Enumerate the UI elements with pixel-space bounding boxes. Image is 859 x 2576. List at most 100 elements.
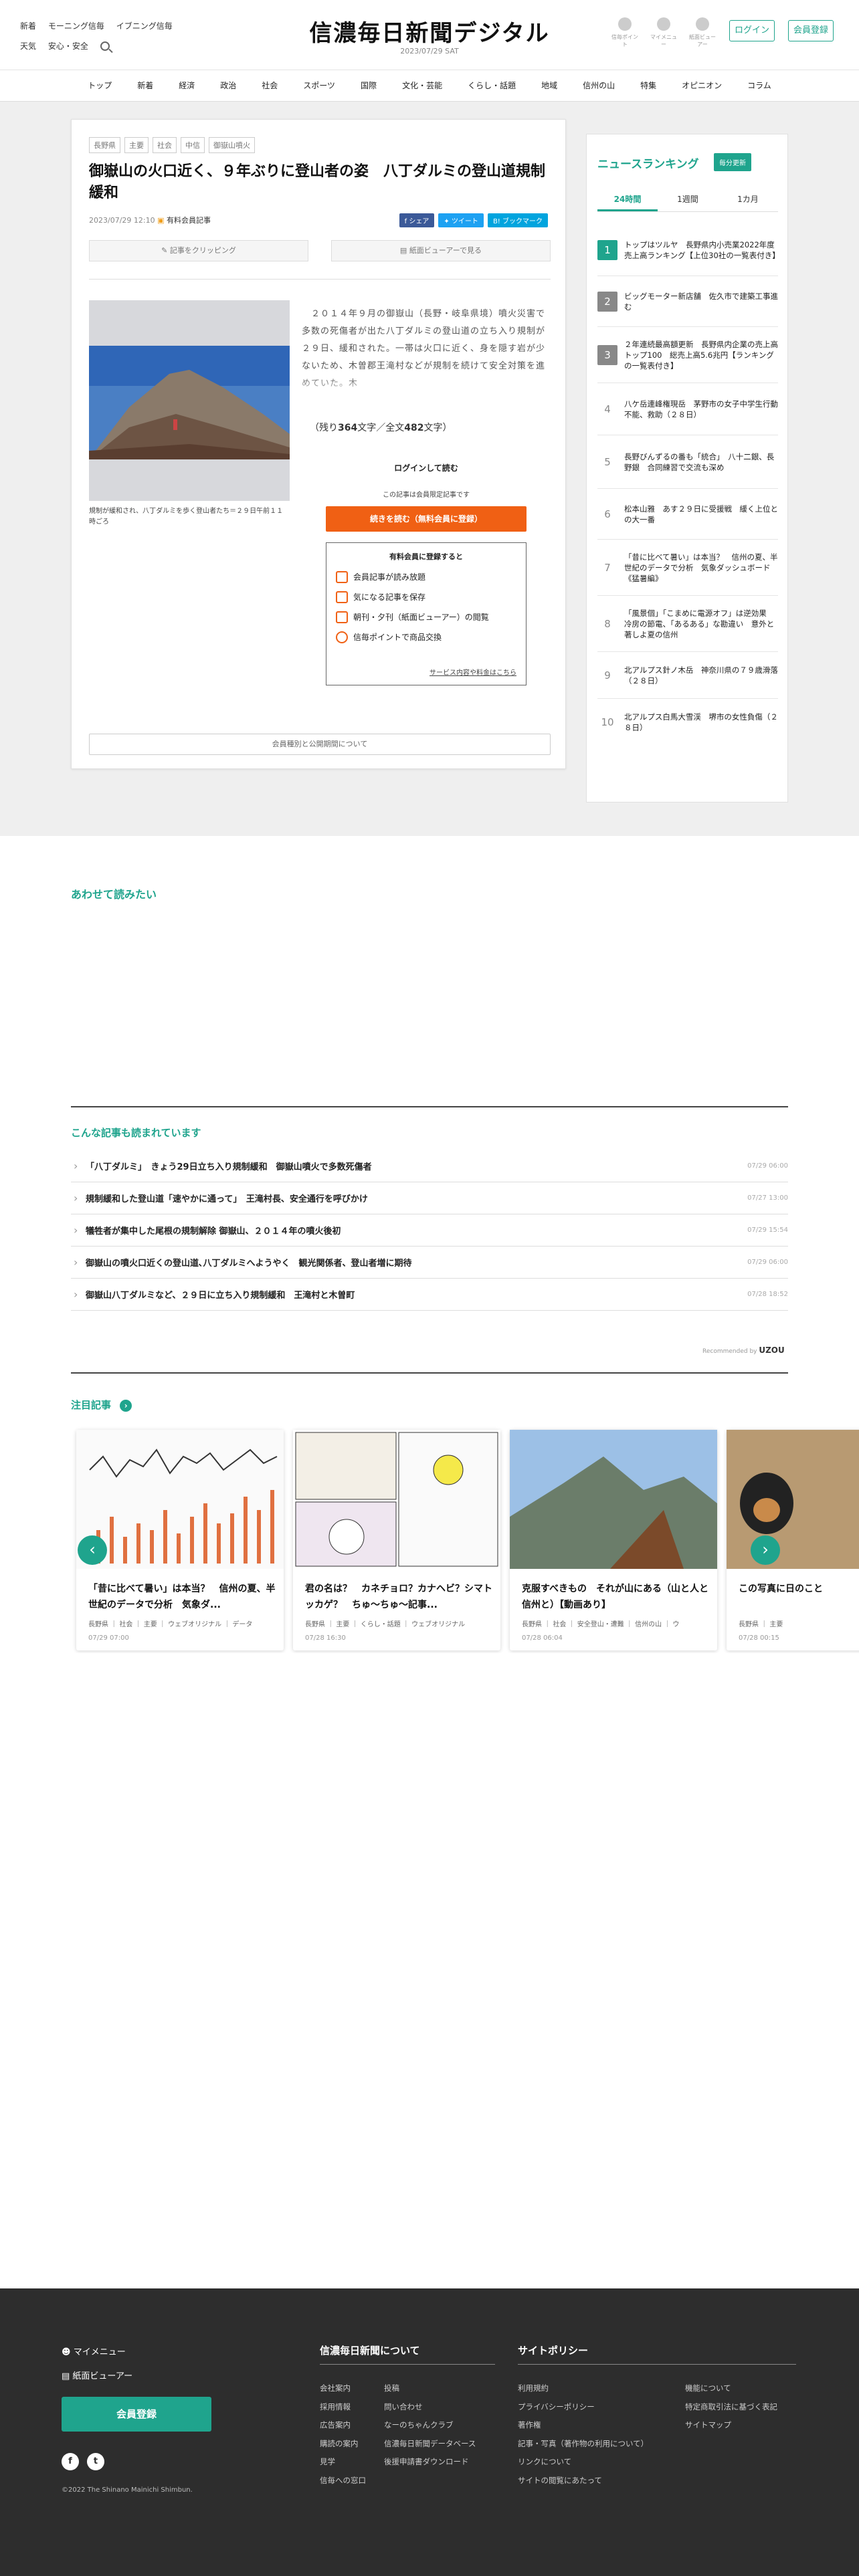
footer-link[interactable]: 問い合わせ (384, 2398, 476, 2417)
footer-link[interactable]: 採用情報 (320, 2398, 366, 2417)
tag-society[interactable]: 社会 (153, 137, 177, 153)
tag-ontake[interactable]: 御嶽山噴火 (209, 137, 255, 153)
ranking-item[interactable]: 8 「風景個」「こまめに電源オフ」は逆効果 冷房の節電、「あるある」な勘違い 意外… (597, 596, 778, 652)
nav-item-region[interactable]: 地域 (529, 70, 570, 101)
article-photo[interactable] (89, 300, 290, 501)
ranking-item[interactable]: 4 八ケ岳連峰権現岳 茅野市の女子中学生行動不能、救助（２８日） (597, 383, 778, 435)
nav-item-life[interactable]: くらし・話題 (455, 70, 529, 101)
attention-title[interactable]: 注目記事 › (71, 1398, 132, 1412)
footer-link[interactable]: 利用規約 (518, 2379, 648, 2398)
comic-thumbnail (293, 1430, 500, 1569)
book-icon: ▤ (62, 2371, 73, 2381)
carousel-prev-button[interactable]: ‹ (78, 1535, 107, 1565)
footer-link[interactable]: 会社案内 (320, 2379, 366, 2398)
nav-item-sports[interactable]: スポーツ (290, 70, 348, 101)
nav-item-new[interactable]: 新着 (124, 70, 166, 101)
nav-item-feature[interactable]: 特集 (628, 70, 669, 101)
list-item[interactable]: 「八丁ダルミ」 きょう29日立ち入り規制緩和 御嶽山噴火で多数死傷者07/29 … (71, 1150, 788, 1182)
ranking-item[interactable]: 10 北アルプス白馬大雪渓 堺市の女性負傷（２８日） (597, 699, 778, 746)
carousel-next-button[interactable]: › (751, 1535, 780, 1565)
facebook-icon[interactable]: f (62, 2453, 79, 2470)
tag-chushin[interactable]: 中信 (181, 137, 205, 153)
login-to-read-link[interactable]: ログインして読む (302, 462, 551, 473)
ranking-headline: トップはツルヤ 長野県内小売業2022年度売上高ランキング【上位30社の一覧表付… (624, 239, 780, 260)
divider (89, 279, 551, 280)
nav-item-column[interactable]: コラム (735, 70, 784, 101)
nav-item-economy[interactable]: 経済 (166, 70, 207, 101)
ranking-item[interactable]: 9 北アルプス針ノ木岳 神奈川県の７９歳滑落（２８日） (597, 652, 778, 699)
footer-viewer-link[interactable]: ▤ 紙面ビューアー (62, 2369, 132, 2381)
service-info-link[interactable]: サービス内容や料金はこちら (430, 667, 516, 677)
card-title: 君の名は？ カネチョロ？カナヘビ？シマトッカゲ？ ちゅ〜ちゅ〜記事... (305, 1584, 492, 1610)
ranking-item[interactable]: 7 「昔に比べて暑い」は本当？ 信州の夏、半世紀のデータで分析 気象ダッシュボード… (597, 540, 778, 596)
footer-link[interactable]: 信濃毎日新聞データベース (384, 2435, 476, 2454)
list-item[interactable]: 御嶽山の噴火口近くの登山道､八丁ダルミへようやく 観光関係者、登山者増に期待07… (71, 1247, 788, 1279)
footer-link[interactable]: サイトマップ (685, 2416, 777, 2435)
footer-link[interactable]: プライバシーポリシー (518, 2398, 648, 2417)
viewer-open-button[interactable]: ▤ 紙面ビューアーで見る (331, 240, 551, 261)
attention-card[interactable]: 「昔に比べて暑い」は本当？ 信州の夏、半世紀のデータで分析 気象ダ... 長野県… (76, 1430, 284, 1650)
card-title: この写真に日のこと (739, 1584, 823, 1594)
rank-number: 3 (597, 344, 617, 365)
ranking-item[interactable]: 5 長野びんずるの番も「統合」 八十二銀、長野銀 合同練習で交流も深め (597, 435, 778, 489)
tab-24h[interactable]: 24時間 (597, 189, 658, 211)
nav-item-world[interactable]: 国際 (348, 70, 389, 101)
footer-register-button[interactable]: 会員登録 (62, 2397, 211, 2432)
tab-1month[interactable]: 1カ月 (718, 189, 778, 211)
uzou-credit[interactable]: Recommended by UZOU (702, 1346, 785, 1355)
attention-card[interactable]: 君の名は？ カネチョロ？カナヘビ？シマトッカゲ？ ちゅ〜ちゅ〜記事... 長野県… (293, 1430, 500, 1650)
footer-link[interactable]: 見学 (320, 2453, 366, 2472)
nav-item-mountain[interactable]: 信州の山 (570, 70, 628, 101)
ranking-item[interactable]: 2 ビッグモーター新店舗 佐久市で建築工事進む (597, 276, 778, 327)
card-meta: 長野県 ｜ 主要 ｜ くらし・話題 ｜ ウェブオリジナル (305, 1621, 466, 1628)
nav-item-culture[interactable]: 文化・芸能 (389, 70, 455, 101)
nav-item-top[interactable]: トップ (75, 70, 124, 101)
ranking-item[interactable]: 1 トップはツルヤ 長野県内小売業2022年度売上高ランキング【上位30社の一覧表… (597, 224, 780, 276)
benefit-item: 気になる記事を保存 (336, 587, 516, 607)
nav-item-politics[interactable]: 政治 (207, 70, 249, 101)
nav-item-society[interactable]: 社会 (249, 70, 290, 101)
attention-card[interactable]: この写真に日のこと 長野県 ｜ 主要 07/28 00:15 (727, 1430, 859, 1650)
register-button[interactable]: 会員登録 (788, 20, 834, 41)
read-also-title: あわせて読みたい (71, 888, 157, 901)
footer-link[interactable]: 後援申請書ダウンロード (384, 2453, 476, 2472)
nav-item-opinion[interactable]: オピニオン (669, 70, 735, 101)
list-item[interactable]: 規制緩和した登山道「速やかに通って」 王滝村長、安全通行を呼びかけ07/27 1… (71, 1182, 788, 1214)
footer-policy-title: サイトポリシー (518, 2343, 796, 2365)
footer-link[interactable]: 特定商取引法に基づく表記 (685, 2398, 777, 2417)
tag-main[interactable]: 主要 (124, 137, 149, 153)
continue-reading-button[interactable]: 続きを読む（無料会員に登録） (326, 506, 527, 532)
clip-button[interactable]: ✎ 記事をクリッピング (89, 240, 308, 261)
footer-link[interactable]: リンクについて (518, 2453, 648, 2472)
attention-card[interactable]: 克服すべきもの それが山にある（山と人と信州と）【動画あり】 長野県 ｜ 社会 … (510, 1430, 717, 1650)
list-item[interactable]: 御嶽山八丁ダルミなど、２９日に立ち入り規制緩和 王滝村と木曽町07/28 18:… (71, 1279, 788, 1311)
article-meta: 2023/07/29 12:10 ▣ 有料会員記事 (89, 215, 211, 225)
footer-link[interactable]: なーのちゃんクラブ (384, 2416, 476, 2435)
tab-1week[interactable]: 1週間 (658, 189, 718, 211)
footer-link[interactable]: 著作権 (518, 2416, 648, 2435)
footer-link[interactable]: 記事・写真（著作物の利用について） (518, 2435, 648, 2454)
list-item[interactable]: 犠牲者が集中した尾根の規制解除 御嶽山、２０１４年の噴火後初07/29 15:5… (71, 1214, 788, 1247)
facebook-share-button[interactable]: f シェア (399, 213, 435, 227)
hatena-bookmark-button[interactable]: B! ブックマーク (487, 213, 548, 227)
ranking-item[interactable]: 3 ２年連続最高額更新 長野県内企業の売上高トップ100 総売上高5.6兆円【ラン… (597, 327, 778, 383)
tag-nagano[interactable]: 長野県 (89, 137, 120, 153)
ranking-item[interactable]: 6 松本山雅 あす２９日に受援戦 緩く上位との大一番 (597, 489, 778, 540)
footer-link[interactable]: 機能について (685, 2379, 777, 2398)
ranking-headline: 八ケ岳連峰権現岳 茅野市の女子中学生行動不能、救助（２８日） (624, 399, 778, 419)
footer-link[interactable]: 購読の案内 (320, 2435, 366, 2454)
point-icon (618, 17, 632, 31)
card-image (727, 1430, 859, 1569)
footer-link[interactable]: サイトの閲覧にあたって (518, 2472, 648, 2490)
footer-mymenu-link[interactable]: ☻ マイメニュー (62, 2345, 126, 2357)
login-button[interactable]: ログイン (729, 20, 775, 41)
viewer-button[interactable]: 紙面ビューアー (688, 17, 717, 48)
member-type-button[interactable]: 会員種別と公開期間について (89, 734, 551, 755)
twitter-icon[interactable]: t (87, 2453, 104, 2470)
footer-link[interactable]: 広告案内 (320, 2416, 366, 2435)
footer-link[interactable]: 投稿 (384, 2379, 476, 2398)
mymenu-button[interactable]: マイメニュー (649, 17, 678, 48)
point-button[interactable]: 信毎ポイント (610, 17, 640, 48)
footer-link[interactable]: 信毎への窓口 (320, 2472, 366, 2490)
twitter-share-button[interactable]: ✦ ツイート (438, 213, 484, 227)
